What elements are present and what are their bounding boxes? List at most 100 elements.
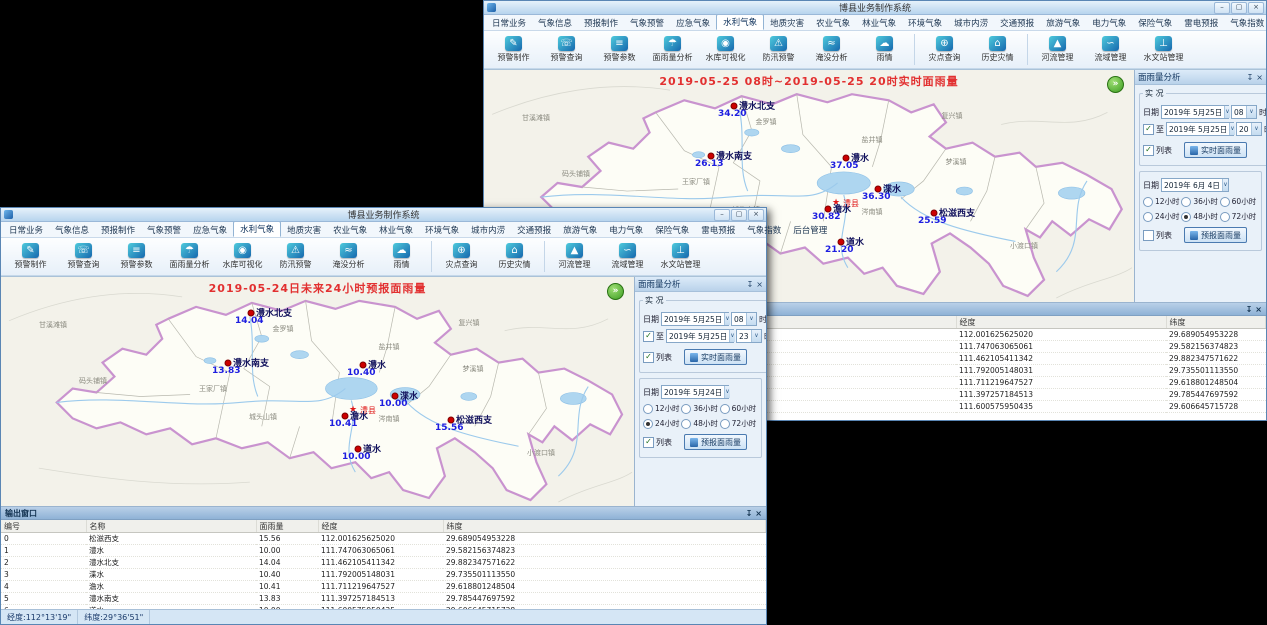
menu-tab-13[interactable]: 旅游气象	[557, 223, 603, 237]
menu-tab-16[interactable]: 雷电预报	[695, 223, 741, 237]
pin-icon[interactable]: ↧	[746, 509, 753, 518]
table-row[interactable]: 4澹水10.41111.71121964752729.618801248504	[1, 581, 766, 593]
panel-close-icon[interactable]: ×	[756, 280, 763, 289]
maximize-button[interactable]: ▢	[731, 209, 747, 221]
toolbar-button-area-rainfall-analysis[interactable]: ☂面雨量分析	[163, 243, 216, 270]
table-row[interactable]: 3渫水10.40111.79200514803129.735501113550	[1, 569, 766, 581]
duration-radio-12小时[interactable]: 12小时	[643, 403, 681, 414]
to-checkbox[interactable]: ✓	[1143, 124, 1154, 135]
toolbar-button-disaster-point-query[interactable]: ⊕灾点查询	[918, 36, 971, 63]
duration-radio-36小时[interactable]: 36小时	[1181, 196, 1219, 207]
panel-close-icon[interactable]: ×	[1256, 73, 1263, 82]
col-latitude[interactable]: 纬度	[1166, 316, 1266, 329]
menu-tab-5[interactable]: 应急气象	[187, 223, 233, 237]
menu-tab-15[interactable]: 保险气象	[1132, 16, 1178, 30]
menu-tab-12[interactable]: 交通预报	[994, 16, 1040, 30]
menu-tab-8[interactable]: 农业气象	[810, 16, 856, 30]
toolbar-button-warning-params[interactable]: ≡预警参数	[110, 243, 163, 270]
duration-radio-24小时[interactable]: 24小时	[643, 418, 681, 429]
duration-radio-60小时[interactable]: 60小时	[1220, 196, 1258, 207]
toolbar-button-warning-create[interactable]: ✎预警制作	[487, 36, 540, 63]
minimize-button[interactable]: –	[1214, 2, 1230, 14]
live-date-select[interactable]: 2019年 5月25日∨	[1161, 105, 1229, 119]
toolbar-button-river-management[interactable]: ▲河流管理	[1031, 36, 1084, 63]
menu-tab-14[interactable]: 电力气象	[1086, 16, 1132, 30]
forecast-rainfall-button[interactable]: 预报面雨量	[1184, 227, 1247, 243]
menu-tab-2[interactable]: 气象信息	[49, 223, 95, 237]
menu-tab-4[interactable]: 气象预警	[624, 16, 670, 30]
live-to-date-select[interactable]: 2019年 5月25日∨	[666, 329, 734, 343]
toolbar-button-inundation-analysis[interactable]: ≈淹没分析	[322, 243, 375, 270]
menu-tab-7[interactable]: 地质灾害	[764, 16, 810, 30]
col-rainfall[interactable]: 面雨量	[256, 520, 318, 533]
menu-tab-17[interactable]: 气象指数	[741, 223, 787, 237]
col-name[interactable]: 名称	[86, 520, 256, 533]
duration-radio-12小时[interactable]: 12小时	[1143, 196, 1181, 207]
maximize-button[interactable]: ▢	[1231, 2, 1247, 14]
toolbar-button-warning-query[interactable]: ☏预警查询	[540, 36, 593, 63]
toolbar-button-hydro-station-management[interactable]: ⊥水文站管理	[654, 243, 707, 270]
toolbar-button-reservoir-visual[interactable]: ◉水库可视化	[699, 36, 752, 63]
duration-radio-24小时[interactable]: 24小时	[1143, 211, 1181, 222]
live-from-hour-select[interactable]: 08∨	[731, 312, 757, 326]
col-longitude[interactable]: 经度	[318, 520, 443, 533]
toolbar-button-warning-query[interactable]: ☏预警查询	[57, 243, 110, 270]
close-button[interactable]: ×	[748, 209, 764, 221]
table-row[interactable]: 5澧水南支13.83111.39725718451329.78544769759…	[1, 593, 766, 605]
menu-tab-3[interactable]: 预报制作	[95, 223, 141, 237]
menu-tab-12[interactable]: 交通预报	[511, 223, 557, 237]
toolbar-button-hydro-station-management[interactable]: ⊥水文站管理	[1137, 36, 1190, 63]
table-row[interactable]: 0松滋西支15.56112.00162562502029.68905495322…	[1, 533, 766, 545]
close-button[interactable]: ×	[1248, 2, 1264, 14]
toolbar-button-flood-warning[interactable]: ⚠防汛预警	[752, 36, 805, 63]
live-list-checkbox[interactable]: ✓	[643, 352, 654, 363]
live-to-hour-select[interactable]: 23∨	[736, 329, 762, 343]
col-latitude[interactable]: 纬度	[443, 520, 766, 533]
map-locate-button[interactable]: »	[1107, 76, 1124, 93]
toolbar-button-reservoir-visual[interactable]: ◉水库可视化	[216, 243, 269, 270]
live-from-hour-select[interactable]: 08∨	[1231, 105, 1257, 119]
toolbar-button-rain-condition[interactable]: ☁雨情	[858, 36, 911, 63]
toolbar-button-flood-warning[interactable]: ⚠防汛预警	[269, 243, 322, 270]
menu-tab-6[interactable]: 水利气象	[716, 14, 764, 30]
toolbar-button-historical-disaster[interactable]: ⌂历史灾情	[488, 243, 541, 270]
toolbar-button-disaster-point-query[interactable]: ⊕灾点查询	[435, 243, 488, 270]
forecast-date-select[interactable]: 2019年 6月 4日∨	[1161, 178, 1229, 192]
toolbar-button-inundation-analysis[interactable]: ≈淹没分析	[805, 36, 858, 63]
menu-tab-10[interactable]: 环境气象	[419, 223, 465, 237]
menu-tab-4[interactable]: 气象预警	[141, 223, 187, 237]
menu-tab-3[interactable]: 预报制作	[578, 16, 624, 30]
duration-radio-48小时[interactable]: 48小时	[681, 418, 719, 429]
menu-tab-9[interactable]: 林业气象	[373, 223, 419, 237]
menu-tab-16[interactable]: 雷电预报	[1178, 16, 1224, 30]
map-view[interactable]: 2019-05-24日未来24小时预报面雨量 ★ 澧县 » 甘溪滩镇码头铺镇王家…	[1, 277, 634, 506]
forecast-list-checkbox[interactable]	[1143, 230, 1154, 241]
realtime-rainfall-button[interactable]: 实时面雨量	[1184, 142, 1247, 158]
toolbar-button-rain-condition[interactable]: ☁雨情	[375, 243, 428, 270]
menu-tab-14[interactable]: 电力气象	[603, 223, 649, 237]
menu-tab-6[interactable]: 水利气象	[233, 221, 281, 237]
menu-tab-11[interactable]: 城市内涝	[948, 16, 994, 30]
menu-tab-10[interactable]: 环境气象	[902, 16, 948, 30]
duration-radio-72小时[interactable]: 72小时	[1220, 211, 1258, 222]
realtime-rainfall-button[interactable]: 实时面雨量	[684, 349, 747, 365]
menu-tab-5[interactable]: 应急气象	[670, 16, 716, 30]
menu-tab-7[interactable]: 地质灾害	[281, 223, 327, 237]
live-to-date-select[interactable]: 2019年 5月25日∨	[1166, 122, 1234, 136]
toolbar-button-area-rainfall-analysis[interactable]: ☂面雨量分析	[646, 36, 699, 63]
duration-radio-36小时[interactable]: 36小时	[681, 403, 719, 414]
minimize-button[interactable]: –	[714, 209, 730, 221]
to-checkbox[interactable]: ✓	[643, 331, 654, 342]
toolbar-button-warning-create[interactable]: ✎预警制作	[4, 243, 57, 270]
menu-tab-1[interactable]: 日常业务	[3, 223, 49, 237]
map-locate-button[interactable]: »	[607, 283, 624, 300]
pin-icon[interactable]: ↧	[747, 280, 754, 289]
live-to-hour-select[interactable]: 20∨	[1236, 122, 1262, 136]
duration-radio-48小时[interactable]: 48小时	[1181, 211, 1219, 222]
menu-tab-2[interactable]: 气象信息	[532, 16, 578, 30]
forecast-date-select[interactable]: 2019年 5月24日∨	[661, 385, 729, 399]
title-bar[interactable]: 博县业务制作系统 – ▢ ×	[1, 208, 766, 222]
table-row[interactable]: 1澧水10.00111.74706306506129.582156374823	[1, 545, 766, 557]
menu-tab-13[interactable]: 旅游气象	[1040, 16, 1086, 30]
toolbar-button-warning-params[interactable]: ≡预警参数	[593, 36, 646, 63]
